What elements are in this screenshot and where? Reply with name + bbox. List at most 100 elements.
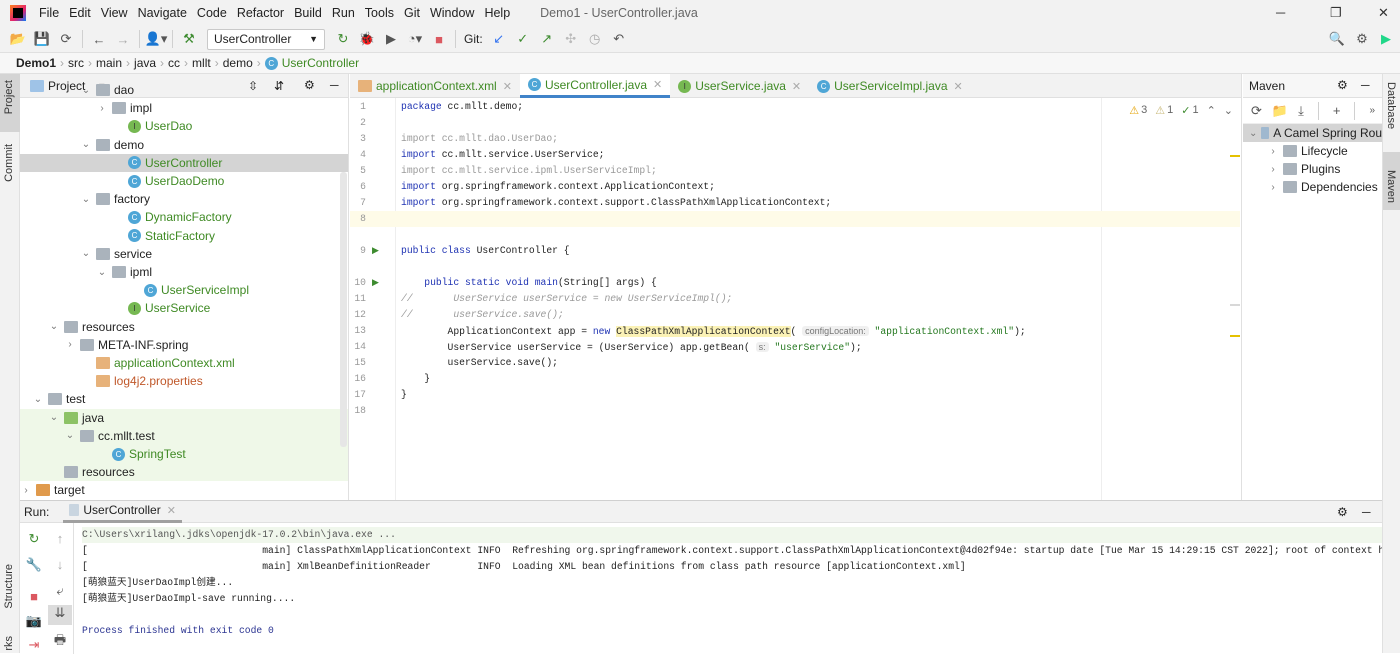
maven-tree-item[interactable]: › Lifecycle	[1243, 142, 1382, 160]
close-tab-icon[interactable]: ✕	[792, 80, 801, 93]
more-icon[interactable]: »	[1369, 105, 1375, 116]
close-tab-icon[interactable]: ✕	[167, 504, 176, 517]
project-tool-button[interactable]: Project	[3, 80, 15, 114]
code-line[interactable]: 4 import cc.mllt.service.UserService;	[350, 147, 1240, 163]
menu-run[interactable]: Run	[327, 6, 360, 20]
save-icon[interactable]: 💾	[30, 31, 54, 47]
git-commit-icon[interactable]: ✓	[511, 31, 535, 47]
gear-icon[interactable]: ⚙	[1337, 505, 1348, 519]
tree-item[interactable]: log4j2.properties	[20, 372, 348, 390]
debug-icon[interactable]: 🐞	[355, 31, 379, 47]
code-line[interactable]: 16 }	[350, 371, 1240, 387]
menu-refactor[interactable]: Refactor	[232, 6, 289, 20]
chevron-down-icon[interactable]: ⌄	[64, 430, 76, 441]
tab-userserviceimpl-java[interactable]: C UserServiceImpl.java ✕	[809, 74, 971, 98]
tree-item[interactable]: applicationContext.xml	[20, 354, 348, 372]
tree-item[interactable]: I UserService	[20, 299, 348, 317]
chevron-right-icon[interactable]: ›	[96, 103, 108, 114]
maximize-button[interactable]: ❐	[1330, 5, 1342, 21]
tab-applicationcontext-xml[interactable]: applicationContext.xml ✕	[350, 74, 520, 98]
tree-item[interactable]: C DynamicFactory	[20, 208, 348, 226]
code-line[interactable]: 8	[350, 211, 1240, 227]
back-icon[interactable]: ←	[87, 32, 111, 47]
chevron-right-icon[interactable]: ›	[1267, 182, 1279, 193]
tree-item[interactable]: C SpringTest	[20, 445, 348, 463]
run-gutter-icon[interactable]: ▶	[372, 243, 379, 259]
breadcrumb-item[interactable]: src	[64, 56, 88, 70]
tree-item[interactable]: C UserServiceImpl	[20, 281, 348, 299]
menu-git[interactable]: Git	[399, 6, 425, 20]
code-line[interactable]: 15 userService.save();	[350, 355, 1240, 371]
download-icon[interactable]: ⤓	[1298, 103, 1304, 119]
code-line[interactable]: 10 ▶ public static void main(String[] arg…	[350, 275, 1240, 291]
gear-icon[interactable]: ⚙	[1350, 31, 1374, 47]
breadcrumb-item[interactable]: java	[130, 56, 160, 70]
tree-item[interactable]: › impl	[20, 99, 348, 117]
menu-build[interactable]: Build	[289, 6, 327, 20]
git-merge-icon[interactable]: ✣	[559, 31, 583, 47]
chevron-down-icon[interactable]: ⌄	[48, 412, 60, 423]
tree-item[interactable]: C StaticFactory	[20, 227, 348, 245]
run-configuration-select[interactable]: UserController ▼	[207, 28, 325, 50]
run-gutter-icon[interactable]: ▶	[372, 275, 379, 291]
tree-item[interactable]: C UserController	[20, 153, 348, 172]
sync-icon[interactable]: ⟳	[54, 31, 78, 47]
code-line[interactable]: 11 // UserService userService = new UserS…	[350, 291, 1240, 307]
git-update-icon[interactable]: ↙	[487, 31, 511, 47]
code-line[interactable]: 17}	[350, 387, 1240, 403]
tree-item[interactable]: I UserDao	[20, 117, 348, 135]
generate-sources-icon[interactable]: 📁	[1272, 103, 1288, 119]
chevron-right-icon[interactable]: ›	[1267, 146, 1279, 157]
project-scrollbar[interactable]	[340, 172, 347, 447]
code-line[interactable]: 14 UserService userService = (UserServic…	[350, 339, 1240, 355]
add-icon[interactable]: +	[1333, 103, 1341, 118]
profile-icon[interactable]: ◔▾	[403, 31, 427, 47]
code-line[interactable]: 18	[350, 403, 1240, 419]
menu-view[interactable]: View	[96, 6, 133, 20]
chevron-down-icon[interactable]: ⌄	[80, 248, 92, 259]
breadcrumb-item[interactable]: mllt	[188, 56, 215, 70]
code-line[interactable]: 9 ▶ public class UserController {	[350, 243, 1240, 259]
close-tab-icon[interactable]: ✕	[954, 80, 963, 93]
chevron-down-icon[interactable]: ⌄	[96, 267, 108, 278]
user-icon[interactable]: 👤▾	[144, 31, 168, 47]
chevron-down-icon[interactable]: ⌄	[80, 139, 92, 150]
menu-window[interactable]: Window	[425, 6, 479, 20]
tree-item[interactable]: ⌄ resources	[20, 318, 348, 336]
tree-item[interactable]: ⌄ java	[20, 408, 348, 427]
tree-item[interactable]: C UserDaoDemo	[20, 172, 348, 190]
code-line[interactable]: 13 ApplicationContext app = new ClassPat…	[350, 323, 1240, 339]
tree-item[interactable]: resources	[20, 463, 348, 482]
maven-tool-button[interactable]: Maven	[1385, 170, 1397, 203]
code-line[interactable]: 1 package cc.mllt.demo;	[350, 99, 1240, 115]
tree-item[interactable]: › META-INF.spring	[20, 336, 348, 354]
close-window-button[interactable]: ✕	[1378, 5, 1389, 21]
code-line[interactable]: 3 import cc.mllt.dao.UserDao;	[350, 131, 1240, 147]
code-line[interactable]: 6 import org.springframework.context.Appl…	[350, 179, 1240, 195]
close-tab-icon[interactable]: ✕	[503, 80, 512, 93]
error-stripe-mark[interactable]	[1230, 155, 1240, 157]
hide-panel-icon[interactable]: ─	[1362, 505, 1371, 519]
code-line[interactable]: 12 // userService.save();	[350, 307, 1240, 323]
code-line[interactable]: 5 import cc.mllt.service.ipml.UserService…	[350, 163, 1240, 179]
close-tab-icon[interactable]: ✕	[653, 78, 662, 91]
menu-edit[interactable]: Edit	[64, 6, 96, 20]
rerun-icon[interactable]: ↻	[331, 31, 355, 47]
maven-tree-item[interactable]: › Plugins	[1243, 160, 1382, 178]
commit-tool-button[interactable]: Commit	[3, 144, 15, 182]
menu-tools[interactable]: Tools	[360, 6, 399, 20]
minimize-button[interactable]: ─	[1276, 5, 1285, 20]
breadcrumb-item[interactable]: Demo1	[12, 56, 60, 70]
chevron-down-icon[interactable]: ⌄	[80, 194, 92, 205]
maven-tree-item[interactable]: ⌄ A Camel Spring Rou	[1243, 124, 1382, 142]
git-push-icon[interactable]: ↗	[535, 31, 559, 47]
tree-item[interactable]: ⌄ test	[20, 390, 348, 408]
chevron-right-icon[interactable]: ›	[64, 339, 76, 350]
jetbrains-toolbox-icon[interactable]: ▶	[1374, 31, 1398, 47]
git-rollback-icon[interactable]: ↶	[607, 31, 631, 47]
chevron-down-icon[interactable]: ⌄	[48, 321, 60, 332]
tree-item[interactable]: ⌄ demo	[20, 136, 348, 154]
menu-file[interactable]: File	[34, 6, 64, 20]
run-tab[interactable]: UserController ✕	[63, 501, 182, 523]
maven-tree-item[interactable]: › Dependencies	[1243, 178, 1382, 196]
